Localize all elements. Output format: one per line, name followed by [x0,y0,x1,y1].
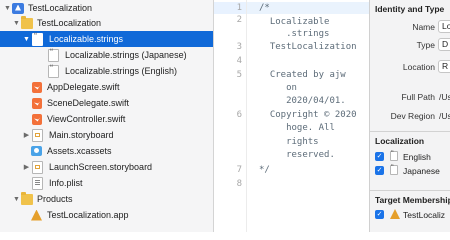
disclosure-closed-icon[interactable]: ▶ [22,163,31,171]
location-label: Location [402,62,435,72]
localization-english-label: English [403,152,431,162]
name-label: Name [412,22,435,32]
strings-file-icon [48,47,59,62]
strings-file-icon [390,163,398,175]
disclosure-closed-icon[interactable]: ▶ [22,131,31,139]
code-line: Localizable [259,17,330,27]
tree-item-label: LaunchScreen.storyboard [49,162,153,172]
tree-item-launchscreen[interactable]: ▶ LaunchScreen.storyboard [0,159,213,175]
strings-file-icon [48,63,59,78]
tree-item-label: ViewController.swift [47,114,126,124]
section-divider [370,131,450,132]
english-checkbox[interactable]: ✓ [375,152,384,161]
tree-item-appdelegate[interactable]: AppDelegate.swift [0,79,213,95]
code-line: /* [259,3,270,13]
tree-item-viewcontroller[interactable]: ViewController.swift [0,111,213,127]
disclosure-open-icon[interactable]: ▼ [3,5,12,12]
line-number: 2 [236,15,242,25]
localization-japanese-label: Japanese [403,166,440,176]
dev-region-label: Dev Region [390,111,435,121]
swift-file-icon [32,113,42,125]
app-icon [390,209,400,219]
tree-item-label: Localizable.strings (English) [65,66,178,76]
tree-item-label: SceneDelegate.swift [47,98,130,108]
file-inspector: Identity and Type Name Lo Type D Locatio… [369,0,450,232]
storyboard-file-icon [32,128,43,142]
tree-item-localizable-strings[interactable]: ▼ Localizable.strings [0,31,213,47]
code-line: Copyright © 2020 [259,110,357,120]
tree-item-label: AppDelegate.swift [47,82,120,92]
assets-icon [31,146,42,156]
tree-item-label: TestLocalization.app [47,210,129,220]
storyboard-file-icon [32,160,43,174]
code-line: .strings [259,29,330,39]
dev-region-value: /Us [439,111,450,121]
source-editor[interactable]: 1 2 3 4 5 6 7 8 /* Localizable .strings … [214,0,369,232]
project-icon [12,2,24,14]
swift-file-icon [32,97,42,109]
plist-file-icon [32,176,43,190]
target-name-label: TestLocaliz [403,210,446,220]
full-path-label: Full Path [401,92,435,102]
line-number-gutter: 1 2 3 4 5 6 7 8 [214,0,247,232]
code-line: on [259,83,297,93]
type-label: Type [416,40,435,50]
code-line: Created by ajw [259,70,346,80]
tree-item-main-storyboard[interactable]: ▶ Main.storyboard [0,127,213,143]
japanese-checkbox[interactable]: ✓ [375,166,384,175]
swift-file-icon [32,81,42,93]
folder-icon [21,15,33,29]
line-number: 6 [236,110,242,120]
tree-item-localizable-english[interactable]: Localizable.strings (English) [0,63,213,79]
tree-item-label: TestLocalization [37,18,102,28]
tree-item-scenedelegate[interactable]: SceneDelegate.swift [0,95,213,111]
strings-file-icon [390,149,398,161]
tree-item-label: Localizable.strings (Japanese) [65,50,187,60]
tree-item-app-product[interactable]: TestLocalization.app [0,207,213,223]
tree-item-label: Localizable.strings [49,34,124,44]
strings-file-icon [32,31,43,46]
tree-item-label: TestLocalization [28,3,93,13]
folder-icon [21,191,33,205]
code-line: */ [259,165,270,175]
line-number: 3 [236,42,242,52]
full-path-value: /Us [439,92,450,102]
app-icon [31,210,42,221]
tree-item-assets[interactable]: Assets.xcassets [0,143,213,159]
code-line: 2020/04/01. [259,96,346,106]
section-divider [370,190,450,191]
disclosure-open-icon[interactable]: ▼ [22,36,31,43]
tree-item-label: Info.plist [49,178,83,188]
tree-item-group-testlocalization[interactable]: ▼ TestLocalization [0,15,213,31]
tree-item-products[interactable]: ▼ Products [0,191,213,207]
identity-and-type-title: Identity and Type [375,4,445,14]
tree-item-label: Assets.xcassets [47,146,112,156]
line-number: 1 [236,3,242,13]
line-number: 4 [236,56,242,66]
tree-item-project[interactable]: ▼ TestLocalization [0,0,213,16]
code-line: rights [259,137,319,147]
code-line: reserved. [259,150,335,160]
disclosure-open-icon[interactable]: ▼ [12,196,21,203]
code-line: TestLocalization [259,42,357,52]
location-select[interactable]: R [438,60,450,73]
tree-item-label: Main.storyboard [49,130,114,140]
tree-item-info-plist[interactable]: Info.plist [0,175,213,191]
type-select[interactable]: D [438,38,450,51]
line-number: 5 [236,70,242,80]
disclosure-open-icon[interactable]: ▼ [12,20,21,27]
project-navigator: ▼ TestLocalization ▼ TestLocalization ▼ … [0,0,214,232]
name-field[interactable]: Lo [438,20,450,33]
target-membership-title: Target Membership [375,195,450,205]
line-number: 8 [236,179,242,189]
code-line: hoge. All [259,123,335,133]
target-checkbox[interactable]: ✓ [375,210,384,219]
tree-item-label: Products [37,194,73,204]
localization-title: Localization [375,136,425,146]
tree-item-localizable-japanese[interactable]: Localizable.strings (Japanese) [0,47,213,63]
line-number: 7 [236,165,242,175]
